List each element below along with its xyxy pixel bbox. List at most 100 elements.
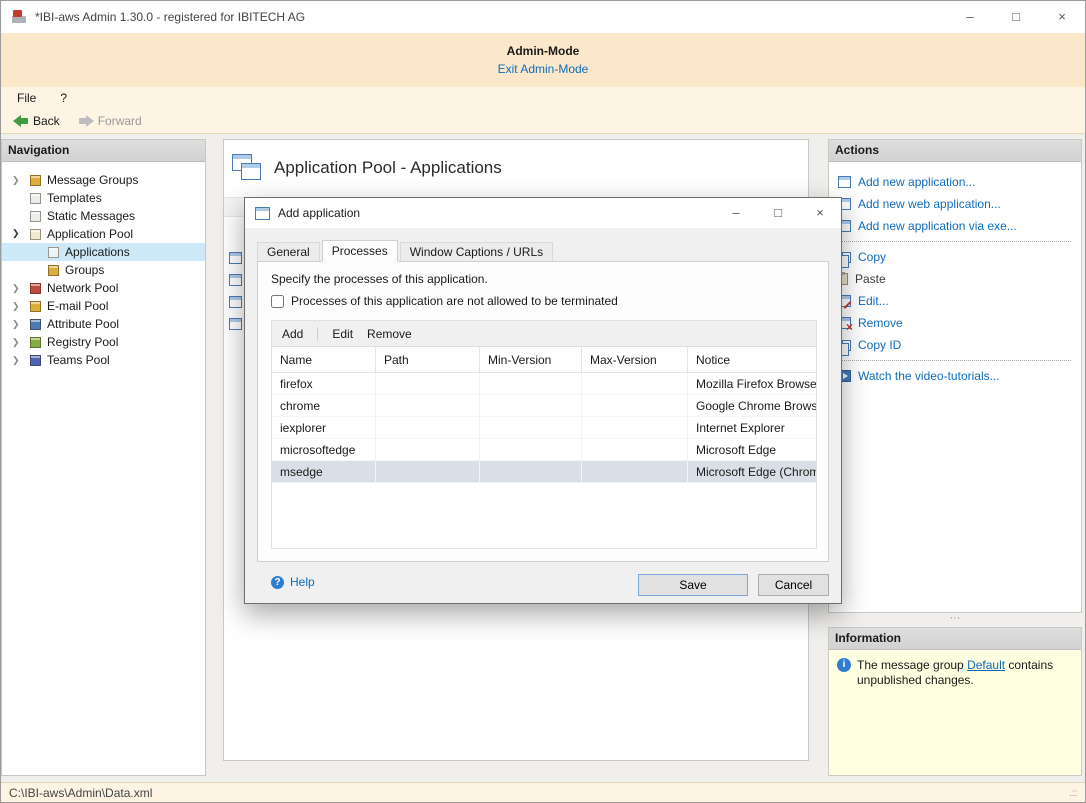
action-remove[interactable]: Remove [838, 312, 1081, 334]
chevron-right-icon[interactable]: ❯ [12, 301, 30, 312]
minimize-button[interactable]: – [947, 1, 993, 33]
action-add-new-application-via-exe[interactable]: Add new application via exe... [838, 215, 1081, 237]
application-row-icon[interactable] [229, 274, 242, 286]
chevron-right-icon[interactable]: ❯ [12, 337, 30, 348]
menubar: File ? [1, 87, 1085, 109]
message-groups-icon [30, 175, 41, 186]
application-row-icon[interactable] [229, 296, 242, 308]
nav-item-application-pool[interactable]: ❯ Application Pool [2, 225, 205, 243]
add-application-dialog: Add application – □ × General Processes … [244, 197, 842, 604]
chevron-right-icon[interactable]: ❯ [12, 355, 30, 366]
chevron-right-icon[interactable]: ❯ [12, 175, 30, 186]
menu-file[interactable]: File [17, 91, 36, 105]
save-button[interactable]: Save [638, 574, 748, 596]
nav-item-templates[interactable]: ❯ Templates [2, 189, 205, 207]
action-edit[interactable]: Edit... [838, 290, 1081, 312]
menu-help[interactable]: ? [60, 91, 67, 105]
process-max-version [582, 373, 688, 395]
nav-item-network-pool[interactable]: ❯ Network Pool [2, 279, 205, 297]
back-button[interactable]: Back [13, 114, 60, 128]
processes-table-header: Name Path Min-Version Max-Version Notice [272, 347, 816, 373]
teams-pool-icon [30, 355, 41, 366]
process-row-msedge[interactable]: msedge Microsoft Edge (Chrom... [272, 461, 816, 483]
column-header-path[interactable]: Path [376, 347, 480, 373]
titlebar: *IBI-aws Admin 1.30.0 - registered for I… [1, 1, 1085, 33]
nav-item-label: Registry Pool [47, 335, 118, 349]
action-label: Paste [855, 272, 886, 286]
info-text-prefix: The message group [857, 658, 967, 672]
tab-general[interactable]: General [257, 242, 320, 261]
actions-list: Add new application... Add new web appli… [829, 162, 1081, 387]
action-label: Add new application via exe... [858, 219, 1017, 233]
chevron-right-icon[interactable]: ❯ [12, 283, 30, 294]
process-path [376, 373, 480, 395]
process-notice: Internet Explorer [688, 417, 816, 439]
help-link[interactable]: Help [271, 575, 315, 589]
column-header-notice[interactable]: Notice [688, 347, 816, 373]
attribute-pool-icon [30, 319, 41, 330]
chevron-down-icon[interactable]: ❯ [12, 228, 30, 239]
resize-grip-icon[interactable] [1069, 788, 1083, 800]
processes-description: Specify the processes of this applicatio… [271, 272, 488, 286]
process-min-version [480, 417, 582, 439]
chevron-right-icon[interactable]: ❯ [12, 319, 30, 330]
tab-window-captions-urls[interactable]: Window Captions / URLs [400, 242, 553, 261]
remove-process-button[interactable]: Remove [367, 327, 412, 341]
nav-item-email-pool[interactable]: ❯ E-mail Pool [2, 297, 205, 315]
terminate-not-allowed-checkbox[interactable] [271, 295, 284, 308]
admin-mode-title: Admin-Mode [1, 33, 1085, 58]
process-row-iexplorer[interactable]: iexplorer Internet Explorer [272, 417, 816, 439]
nav-item-registry-pool[interactable]: ❯ Registry Pool [2, 333, 205, 351]
back-arrow-icon [13, 115, 29, 127]
navigation-panel: Navigation ❯ Message Groups ❯ Templates … [1, 139, 206, 776]
static-messages-icon [30, 211, 41, 222]
nav-item-teams-pool[interactable]: ❯ Teams Pool [2, 351, 205, 369]
forward-arrow-icon [78, 115, 94, 127]
nav-item-message-groups[interactable]: ❯ Message Groups [2, 171, 205, 189]
nav-item-label: Application Pool [47, 227, 133, 241]
forward-button[interactable]: Forward [78, 114, 142, 128]
exit-admin-mode-link[interactable]: Exit Admin-Mode [498, 62, 589, 76]
close-button[interactable]: × [1039, 1, 1085, 33]
statusbar: C:\IBI-aws\Admin\Data.xml [1, 782, 1085, 802]
admin-mode-banner: Admin-Mode Exit Admin-Mode [1, 33, 1085, 87]
default-message-group-link[interactable]: Default [967, 658, 1005, 672]
process-notice: Microsoft Edge [688, 439, 816, 461]
nav-item-static-messages[interactable]: ❯ Static Messages [2, 207, 205, 225]
add-process-button[interactable]: Add [282, 327, 303, 341]
process-path [376, 461, 480, 483]
column-header-min-version[interactable]: Min-Version [480, 347, 582, 373]
nav-item-groups[interactable]: Groups [2, 261, 205, 279]
action-copy[interactable]: Copy [838, 246, 1081, 268]
process-row-microsoftedge[interactable]: microsoftedge Microsoft Edge [272, 439, 816, 461]
nav-item-label: Attribute Pool [47, 317, 119, 331]
column-header-max-version[interactable]: Max-Version [582, 347, 688, 373]
column-header-name[interactable]: Name [272, 347, 376, 373]
maximize-button[interactable]: □ [993, 1, 1039, 33]
nav-item-applications[interactable]: Applications [2, 243, 205, 261]
edit-process-button[interactable]: Edit [332, 327, 353, 341]
network-pool-icon [30, 283, 41, 294]
applications-icon [48, 247, 59, 258]
panel-splitter-handle[interactable]: ··· [828, 614, 1082, 625]
nav-item-attribute-pool[interactable]: ❯ Attribute Pool [2, 315, 205, 333]
action-add-new-web-application[interactable]: Add new web application... [838, 193, 1081, 215]
application-row-icon[interactable] [229, 252, 242, 264]
dialog-close-button[interactable]: × [799, 198, 841, 228]
action-paste[interactable]: Paste [838, 268, 1081, 290]
actions-separator [838, 241, 1071, 242]
action-add-new-application[interactable]: Add new application... [838, 171, 1081, 193]
action-copy-id[interactable]: Copy ID [838, 334, 1081, 356]
action-watch-video-tutorials[interactable]: Watch the video-tutorials... [838, 365, 1081, 387]
process-path [376, 417, 480, 439]
cancel-button[interactable]: Cancel [758, 574, 829, 596]
process-row-firefox[interactable]: firefox Mozilla Firefox Browser [272, 373, 816, 395]
tab-processes[interactable]: Processes [322, 240, 398, 262]
dialog-minimize-button[interactable]: – [715, 198, 757, 228]
process-notice: Microsoft Edge (Chrom... [688, 461, 816, 483]
process-row-chrome[interactable]: chrome Google Chrome Browser [272, 395, 816, 417]
application-row-icon[interactable] [229, 318, 242, 330]
dialog-maximize-button[interactable]: □ [757, 198, 799, 228]
terminate-checkbox-label: Processes of this application are not al… [291, 294, 618, 308]
navigation-tree: ❯ Message Groups ❯ Templates ❯ Static Me… [2, 162, 205, 369]
